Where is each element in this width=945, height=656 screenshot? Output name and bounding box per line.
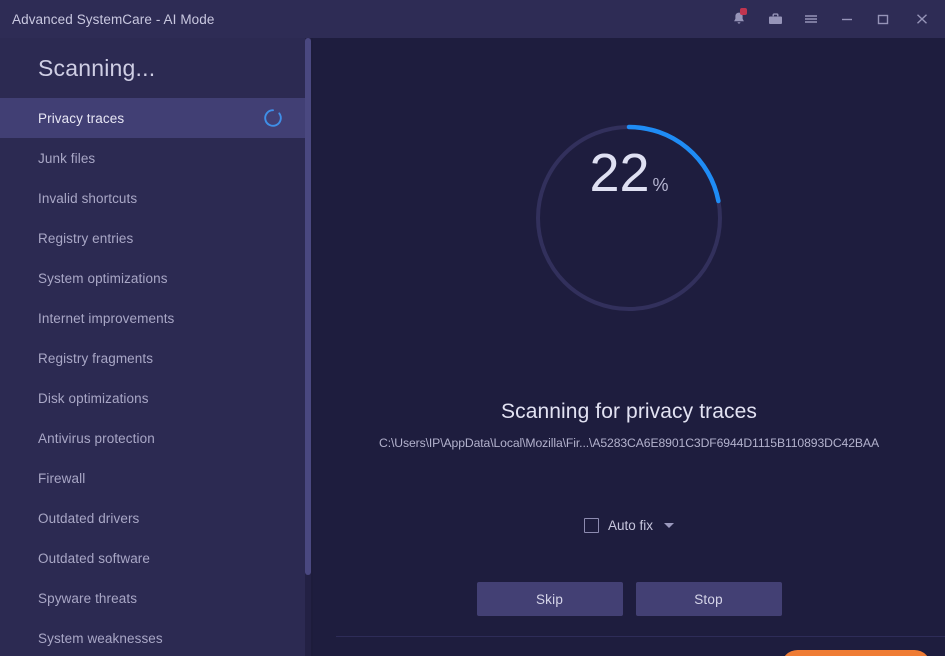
sidebar-item-label: Registry fragments — [38, 351, 153, 366]
stop-button[interactable]: Stop — [636, 582, 782, 616]
sidebar: Scanning... Privacy traces Junk files In… — [0, 38, 305, 656]
progress-percent-symbol: % — [653, 175, 669, 196]
notification-badge — [740, 8, 747, 15]
sidebar-item-internet-improvements[interactable]: Internet improvements — [0, 298, 305, 338]
sidebar-item-label: Invalid shortcuts — [38, 191, 137, 206]
sidebar-scrollbar-track[interactable] — [305, 38, 311, 656]
sidebar-header: Scanning... — [0, 38, 305, 98]
loading-spinner-icon — [263, 108, 283, 128]
sidebar-item-system-weaknesses[interactable]: System weaknesses — [0, 618, 305, 656]
scan-current-path: C:\Users\IP\AppData\Local\Mozilla\Fir...… — [313, 436, 945, 450]
sidebar-item-label: Outdated software — [38, 551, 150, 566]
hamburger-menu-icon — [802, 11, 820, 27]
sidebar-item-system-optimizations[interactable]: System optimizations — [0, 258, 305, 298]
close-icon — [913, 11, 931, 27]
titlebar-controls — [721, 0, 945, 38]
sidebar-header-title: Scanning... — [38, 55, 155, 82]
toolbox-icon — [767, 11, 784, 27]
action-button-row: Skip Stop — [313, 582, 945, 616]
sidebar-item-disk-optimizations[interactable]: Disk optimizations — [0, 378, 305, 418]
window-title: Advanced SystemCare - AI Mode — [12, 12, 215, 27]
activate-now-button[interactable]: Activate Now — [781, 650, 931, 656]
sidebar-item-privacy-traces[interactable]: Privacy traces — [0, 98, 305, 138]
maximize-button[interactable] — [865, 0, 901, 38]
sidebar-item-label: Spyware threats — [38, 591, 137, 606]
footer-divider — [336, 636, 945, 637]
sidebar-item-label: Antivirus protection — [38, 431, 155, 446]
sidebar-item-firewall[interactable]: Firewall — [0, 458, 305, 498]
progress-readout: 22 % — [529, 118, 729, 318]
sidebar-item-spyware-threats[interactable]: Spyware threats — [0, 578, 305, 618]
app-window: Advanced SystemCare - AI Mode — [0, 0, 945, 656]
sidebar-item-label: Junk files — [38, 151, 95, 166]
sidebar-item-label: Registry entries — [38, 231, 133, 246]
sidebar-item-label: Internet improvements — [38, 311, 174, 326]
sidebar-item-label: Privacy traces — [38, 111, 124, 126]
progress-value: 22 — [589, 146, 649, 200]
sidebar-item-label: Outdated drivers — [38, 511, 139, 526]
sidebar-item-outdated-software[interactable]: Outdated software — [0, 538, 305, 578]
sidebar-item-antivirus-protection[interactable]: Antivirus protection — [0, 418, 305, 458]
auto-fix-label: Auto fix — [608, 518, 653, 533]
sidebar-item-registry-entries[interactable]: Registry entries — [0, 218, 305, 258]
sidebar-item-label: Disk optimizations — [38, 391, 149, 406]
sidebar-item-outdated-drivers[interactable]: Outdated drivers — [0, 498, 305, 538]
chevron-down-icon[interactable] — [664, 523, 674, 528]
auto-fix-checkbox[interactable] — [584, 518, 599, 533]
sidebar-item-invalid-shortcuts[interactable]: Invalid shortcuts — [0, 178, 305, 218]
scan-progress-ring: 22 % — [529, 118, 729, 318]
scan-status-title: Scanning for privacy traces — [313, 400, 945, 424]
sidebar-item-label: Firewall — [38, 471, 85, 486]
minimize-icon — [838, 11, 856, 27]
main-panel: 22 % Scanning for privacy traces C:\User… — [313, 38, 945, 656]
notifications-bell-button[interactable] — [721, 0, 757, 38]
toolbox-button[interactable] — [757, 0, 793, 38]
skip-button[interactable]: Skip — [477, 582, 623, 616]
sidebar-item-registry-fragments[interactable]: Registry fragments — [0, 338, 305, 378]
maximize-icon — [874, 11, 892, 27]
sidebar-item-junk-files[interactable]: Junk files — [0, 138, 305, 178]
close-button[interactable] — [901, 0, 943, 38]
title-bar: Advanced SystemCare - AI Mode — [0, 0, 945, 38]
sidebar-scrollbar-thumb[interactable] — [305, 38, 311, 575]
sidebar-item-label: System optimizations — [38, 271, 168, 286]
sidebar-item-label: System weaknesses — [38, 631, 163, 646]
menu-button[interactable] — [793, 0, 829, 38]
auto-fix-row: Auto fix — [313, 518, 945, 533]
minimize-button[interactable] — [829, 0, 865, 38]
